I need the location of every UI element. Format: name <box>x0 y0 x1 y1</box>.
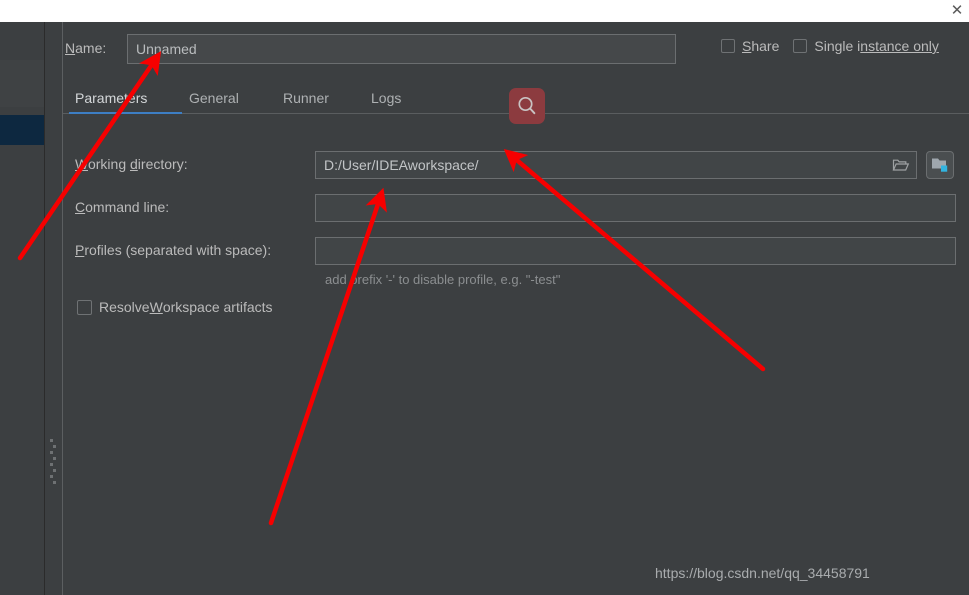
header-checkbox-group: Share Single i nstance only <box>721 38 939 54</box>
resolve-label-rest: orkspace artifacts <box>162 299 273 315</box>
name-label: Name: <box>65 40 106 56</box>
wd-label-part2: o <box>87 156 96 172</box>
profiles-label-text: rofiles (separated with space): <box>84 242 272 258</box>
share-label-mnemonic: S <box>742 38 752 54</box>
wd-label-part3: rking <box>95 156 130 172</box>
cl-label-mn: C <box>75 199 86 215</box>
tab-runner-label: Runner <box>283 89 329 106</box>
single-instance-label-mnemonic: nstance only <box>860 38 939 54</box>
name-input[interactable]: Unnamed <box>127 34 676 64</box>
working-directory-value: D:/User/IDEAworkspace/ <box>324 157 479 173</box>
tab-general[interactable]: General <box>183 82 245 113</box>
window-top-strip: ✕ <box>0 0 969 22</box>
splitter-grip-icon[interactable] <box>50 439 56 484</box>
resolve-workspace-checkbox-box[interactable] <box>77 299 92 315</box>
run-configuration-panel: Name: Unnamed Share Single i nstance only… <box>62 22 969 595</box>
single-instance-label-prefix: Single i <box>814 38 861 54</box>
name-label-text: ame: <box>75 40 107 56</box>
working-directory-input[interactable]: D:/User/IDEAworkspace/ <box>315 151 917 179</box>
tab-parameters-label: Parameters <box>75 89 148 106</box>
profiles-hint: add prefix '-' to disable profile, e.g. … <box>325 272 561 287</box>
command-line-label: Command line: <box>75 199 169 215</box>
single-instance-checkbox-box[interactable] <box>793 39 808 53</box>
browse-module-button[interactable] <box>926 151 954 179</box>
panel-splitter[interactable] <box>45 22 62 595</box>
profiles-label: Profiles (separated with space): <box>75 242 271 258</box>
resolve-label-prefix: Resolve <box>99 299 150 315</box>
profiles-input[interactable] <box>315 237 956 265</box>
tab-logs[interactable]: Logs <box>365 82 407 113</box>
tab-active-indicator <box>69 112 182 114</box>
resolve-label-mnemonic: W <box>149 299 163 315</box>
share-checkbox-box[interactable] <box>721 39 735 53</box>
configuration-header: Name: Unnamed Share Single i nstance only <box>63 22 969 77</box>
profiles-label-mn: P <box>75 242 85 258</box>
cl-label-text: ommand line: <box>85 199 170 215</box>
name-label-mnemonic: N <box>65 40 76 56</box>
wd-label-mn2: d <box>130 156 138 172</box>
single-instance-only-checkbox[interactable]: Single i nstance only <box>793 38 939 54</box>
share-label-text: hare <box>751 38 780 54</box>
parameters-form: Working directory: D:/User/IDEAworkspace… <box>63 118 969 595</box>
tab-runner[interactable]: Runner <box>277 82 335 113</box>
wd-label-part4: irectory: <box>137 156 188 172</box>
command-line-input[interactable] <box>315 194 956 222</box>
share-checkbox[interactable]: Share <box>721 38 779 54</box>
tab-parameters[interactable]: Parameters <box>69 82 153 113</box>
name-input-value: Unnamed <box>136 41 197 57</box>
sidebar-item-blank[interactable] <box>0 60 44 107</box>
tab-general-label: General <box>189 89 239 106</box>
sidebar-item-selected[interactable] <box>0 115 44 145</box>
tab-logs-label: Logs <box>371 89 402 106</box>
folder-open-icon[interactable] <box>892 157 910 173</box>
close-icon[interactable]: ✕ <box>947 1 967 21</box>
left-tool-sidebar[interactable] <box>0 22 45 595</box>
working-directory-label: Working directory: <box>75 156 188 172</box>
wd-label-mn1: W <box>75 156 88 172</box>
screen-root: ✕ Name: Unnamed Share Single i nstance on… <box>0 0 969 595</box>
watermark-text: https://blog.csdn.net/qq_34458791 <box>655 565 870 581</box>
resolve-workspace-artifacts-checkbox[interactable]: Resolve Workspace artifacts <box>77 299 273 315</box>
